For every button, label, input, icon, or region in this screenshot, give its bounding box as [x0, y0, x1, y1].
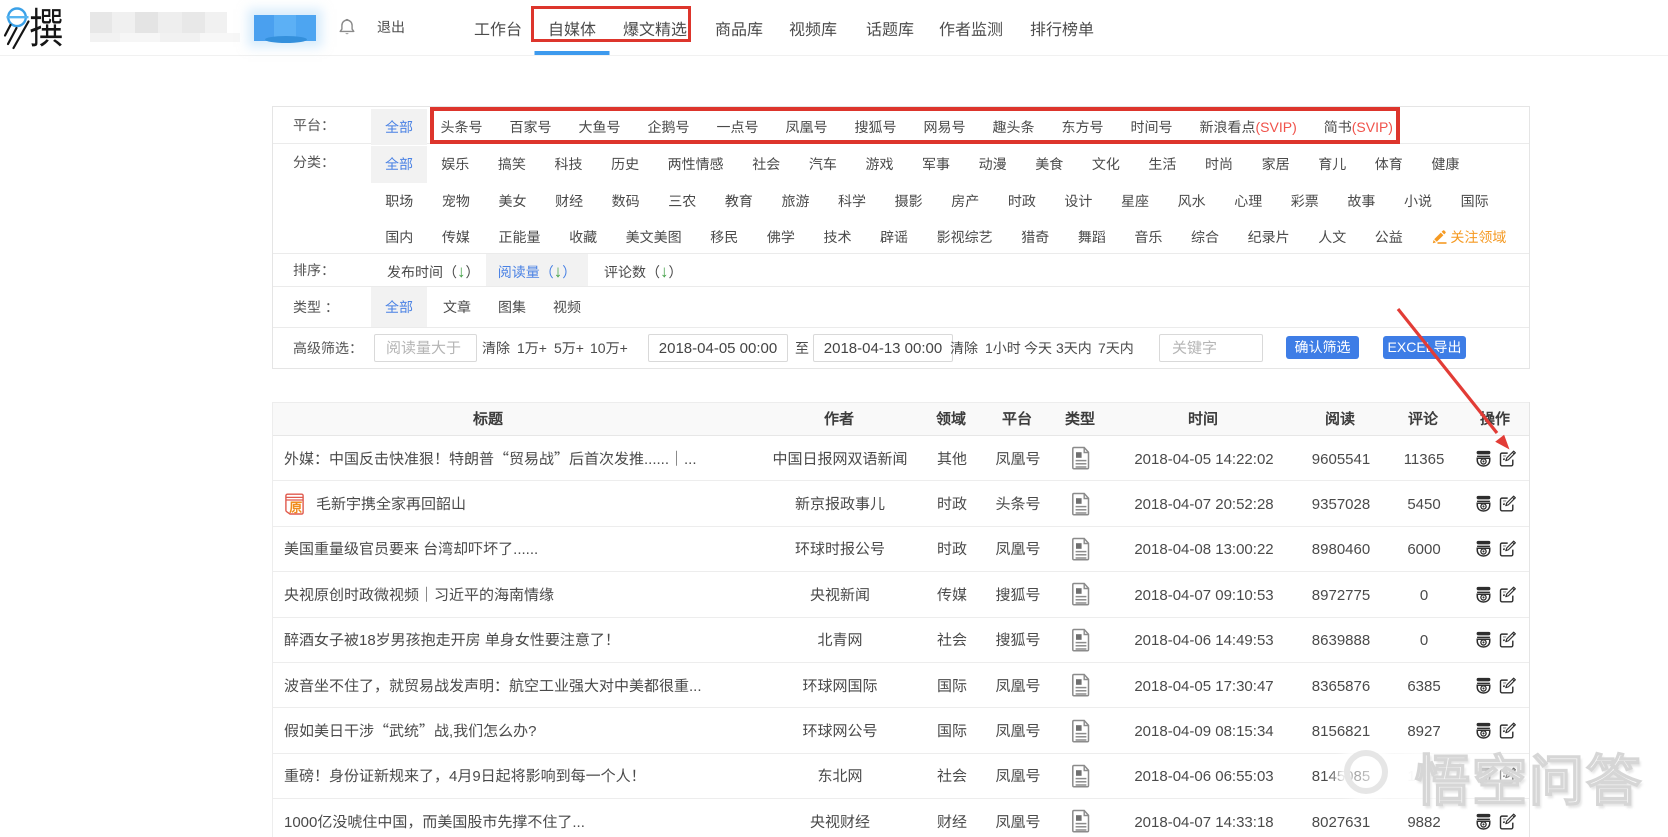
- svg-text:撰: 撰: [30, 2, 64, 54]
